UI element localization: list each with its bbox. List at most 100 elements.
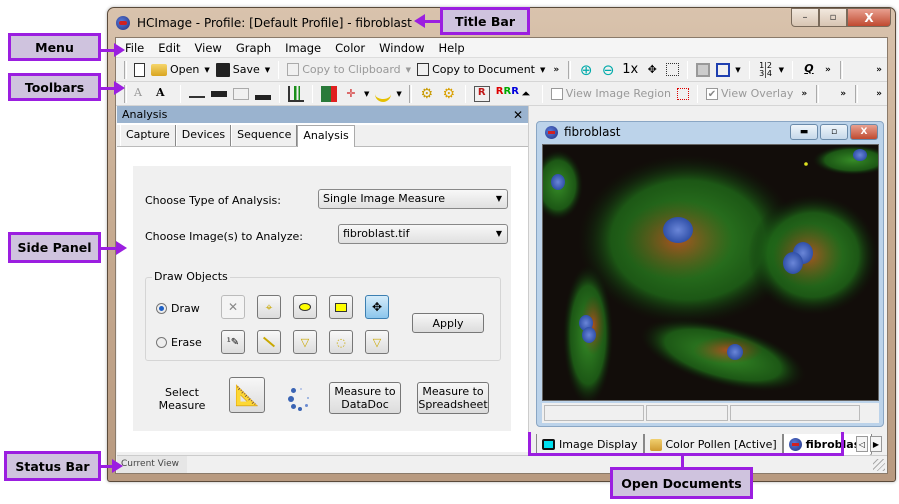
marquee-select-icon (666, 63, 680, 76)
line-tool[interactable] (257, 330, 281, 354)
close-button[interactable]: X (847, 8, 891, 27)
tab-analysis[interactable]: Analysis (297, 125, 355, 147)
image-stats-button[interactable] (318, 84, 340, 104)
copy-to-document-button[interactable]: Copy to Document ▼ (414, 60, 548, 80)
crosshair-button[interactable]: ✛ ▼ (340, 84, 372, 104)
fit-window-button[interactable] (693, 60, 713, 80)
x-icon: ✕ (227, 300, 239, 314)
polyline-icon: ▽ (300, 335, 310, 349)
analysis-content: Choose Type of Analysis: Single Image Me… (133, 166, 511, 431)
zoom-in-button[interactable]: ⊕ (575, 60, 597, 80)
menu-image[interactable]: Image (278, 41, 328, 55)
image-select[interactable]: fibroblast.tif (338, 224, 508, 244)
rgb-button[interactable]: RRR (493, 84, 519, 104)
scroll-right-button[interactable]: ▶ (870, 436, 882, 452)
callout-arrow (101, 241, 127, 255)
ruler-button[interactable] (186, 84, 208, 104)
copy-clipboard-label: Copy to Clipboard (302, 63, 401, 76)
report-icon: R (473, 85, 490, 102)
menu-view[interactable]: View (188, 41, 229, 55)
toolbar-overflow-button-6[interactable]: » (876, 89, 882, 99)
erase-radio[interactable]: Erase (156, 336, 202, 349)
measure-to-datadoc-button[interactable]: Measure to DataDoc (329, 382, 401, 414)
apply-button[interactable]: Apply (412, 313, 484, 333)
select-object-tool[interactable]: ⌖ (257, 295, 281, 319)
hcimage-app-icon (116, 15, 130, 30)
save-button[interactable]: Save ▼ (213, 60, 273, 80)
select-measure-button[interactable]: 📐 (229, 377, 265, 413)
flask-button[interactable]: ⏶ (515, 84, 537, 104)
query-icon: Q (804, 61, 814, 75)
zoom-1x-button[interactable]: 1x (619, 60, 641, 80)
measure-scale-button[interactable] (252, 84, 274, 104)
menu-help[interactable]: Help (432, 41, 472, 55)
doc-maximize-button[interactable]: ▫ (820, 124, 848, 140)
text-button[interactable]: A (153, 84, 175, 104)
menu-window[interactable]: Window (372, 41, 431, 55)
histogram-button[interactable] (285, 84, 307, 104)
tab-sequence[interactable]: Sequence (231, 125, 298, 146)
toolbar-overflow-button[interactable]: » (553, 65, 559, 75)
polyline-tool[interactable]: ▽ (293, 330, 317, 354)
resize-grip-icon[interactable] (873, 459, 885, 471)
tab-devices[interactable]: Devices (175, 125, 232, 146)
calibrate-button[interactable] (230, 84, 252, 104)
calibrate-icon (233, 87, 249, 100)
draw-objects-group: Draw Objects Draw Erase ✕ ⌖ ✥ ¹✎ ▽ ◌ ▽ A… (145, 270, 501, 361)
query-button[interactable]: Q (798, 60, 820, 80)
menu-graph[interactable]: Graph (229, 41, 278, 55)
doc-close-button[interactable]: X (850, 124, 878, 140)
menu-edit[interactable]: Edit (151, 41, 187, 55)
line-profile-button[interactable]: ▼ (372, 84, 404, 104)
scroll-left-button[interactable]: ◁ (856, 436, 868, 452)
analysis-type-select[interactable]: Single Image Measure (318, 189, 508, 209)
view-overlay-checkbox[interactable]: ✔ View Overlay (703, 84, 796, 104)
toolbar-overflow-button-2[interactable]: » (825, 65, 831, 75)
minimize-button[interactable]: – (791, 8, 819, 27)
tab-capture[interactable]: Capture (120, 125, 176, 146)
toolbar-grip[interactable] (124, 60, 127, 79)
client-area: File Edit View Graph Image Color Window … (115, 37, 888, 474)
rectangle-tool[interactable] (329, 295, 353, 319)
folder-open-icon (151, 63, 167, 76)
freehand-tool[interactable]: ◌ (329, 330, 353, 354)
polygon-tool[interactable]: ▽ (365, 330, 389, 354)
callout-open-documents: Open Documents (610, 467, 753, 499)
frame-button[interactable]: ▼ (713, 60, 743, 80)
text-style-button[interactable]: A (131, 84, 153, 104)
side-panel-title: Analysis (122, 108, 168, 121)
measure-line-tool[interactable]: ¹✎ (221, 330, 245, 354)
draw-radio[interactable]: Draw (156, 302, 200, 315)
scale-bar-button[interactable] (208, 84, 230, 104)
process-settings-button[interactable]: ⚙ (438, 84, 460, 104)
view-image-region-checkbox[interactable]: View Image Region (548, 84, 674, 104)
text-format-icon: A (134, 85, 142, 99)
pan-button[interactable]: ✥ (641, 60, 663, 80)
toolbar-overflow-button-4[interactable]: » (801, 89, 807, 99)
layout-button[interactable]: 1|2 3|4 ▼ (755, 60, 787, 80)
new-document-icon (134, 62, 145, 77)
ellipse-tool[interactable] (293, 295, 317, 319)
open-button[interactable]: Open ▼ (148, 60, 213, 80)
maximize-button[interactable]: ▫ (819, 8, 847, 27)
measure-to-spreadsheet-button[interactable]: Measure to Spreadsheet (417, 382, 489, 414)
region-select-button[interactable] (674, 84, 692, 104)
process-button[interactable]: ⚙ (416, 84, 438, 104)
report-button[interactable]: R (471, 84, 493, 104)
new-button[interactable] (131, 60, 148, 80)
copy-to-clipboard-button[interactable]: Copy to Clipboard ▼ (284, 60, 414, 80)
fibroblast-image[interactable] (542, 144, 879, 401)
toolbar-overflow-button-5[interactable]: » (840, 89, 846, 99)
delete-object-tool[interactable]: ✕ (221, 295, 245, 319)
doc-minimize-button[interactable]: ▬ (790, 124, 818, 140)
toolbar-overflow-button-3[interactable]: » (876, 65, 882, 75)
zoom-region-button[interactable] (663, 60, 682, 80)
menu-color[interactable]: Color (328, 41, 372, 55)
loading-spinner-icon (288, 386, 314, 412)
gear-icon: ⚙ (442, 85, 456, 102)
move-tool[interactable]: ✥ (365, 295, 389, 319)
fit-window-icon (696, 62, 711, 77)
zoom-out-button[interactable]: ⊖ (597, 60, 619, 80)
histogram-icon (288, 85, 304, 102)
panel-close-icon[interactable]: ✕ (513, 108, 523, 122)
